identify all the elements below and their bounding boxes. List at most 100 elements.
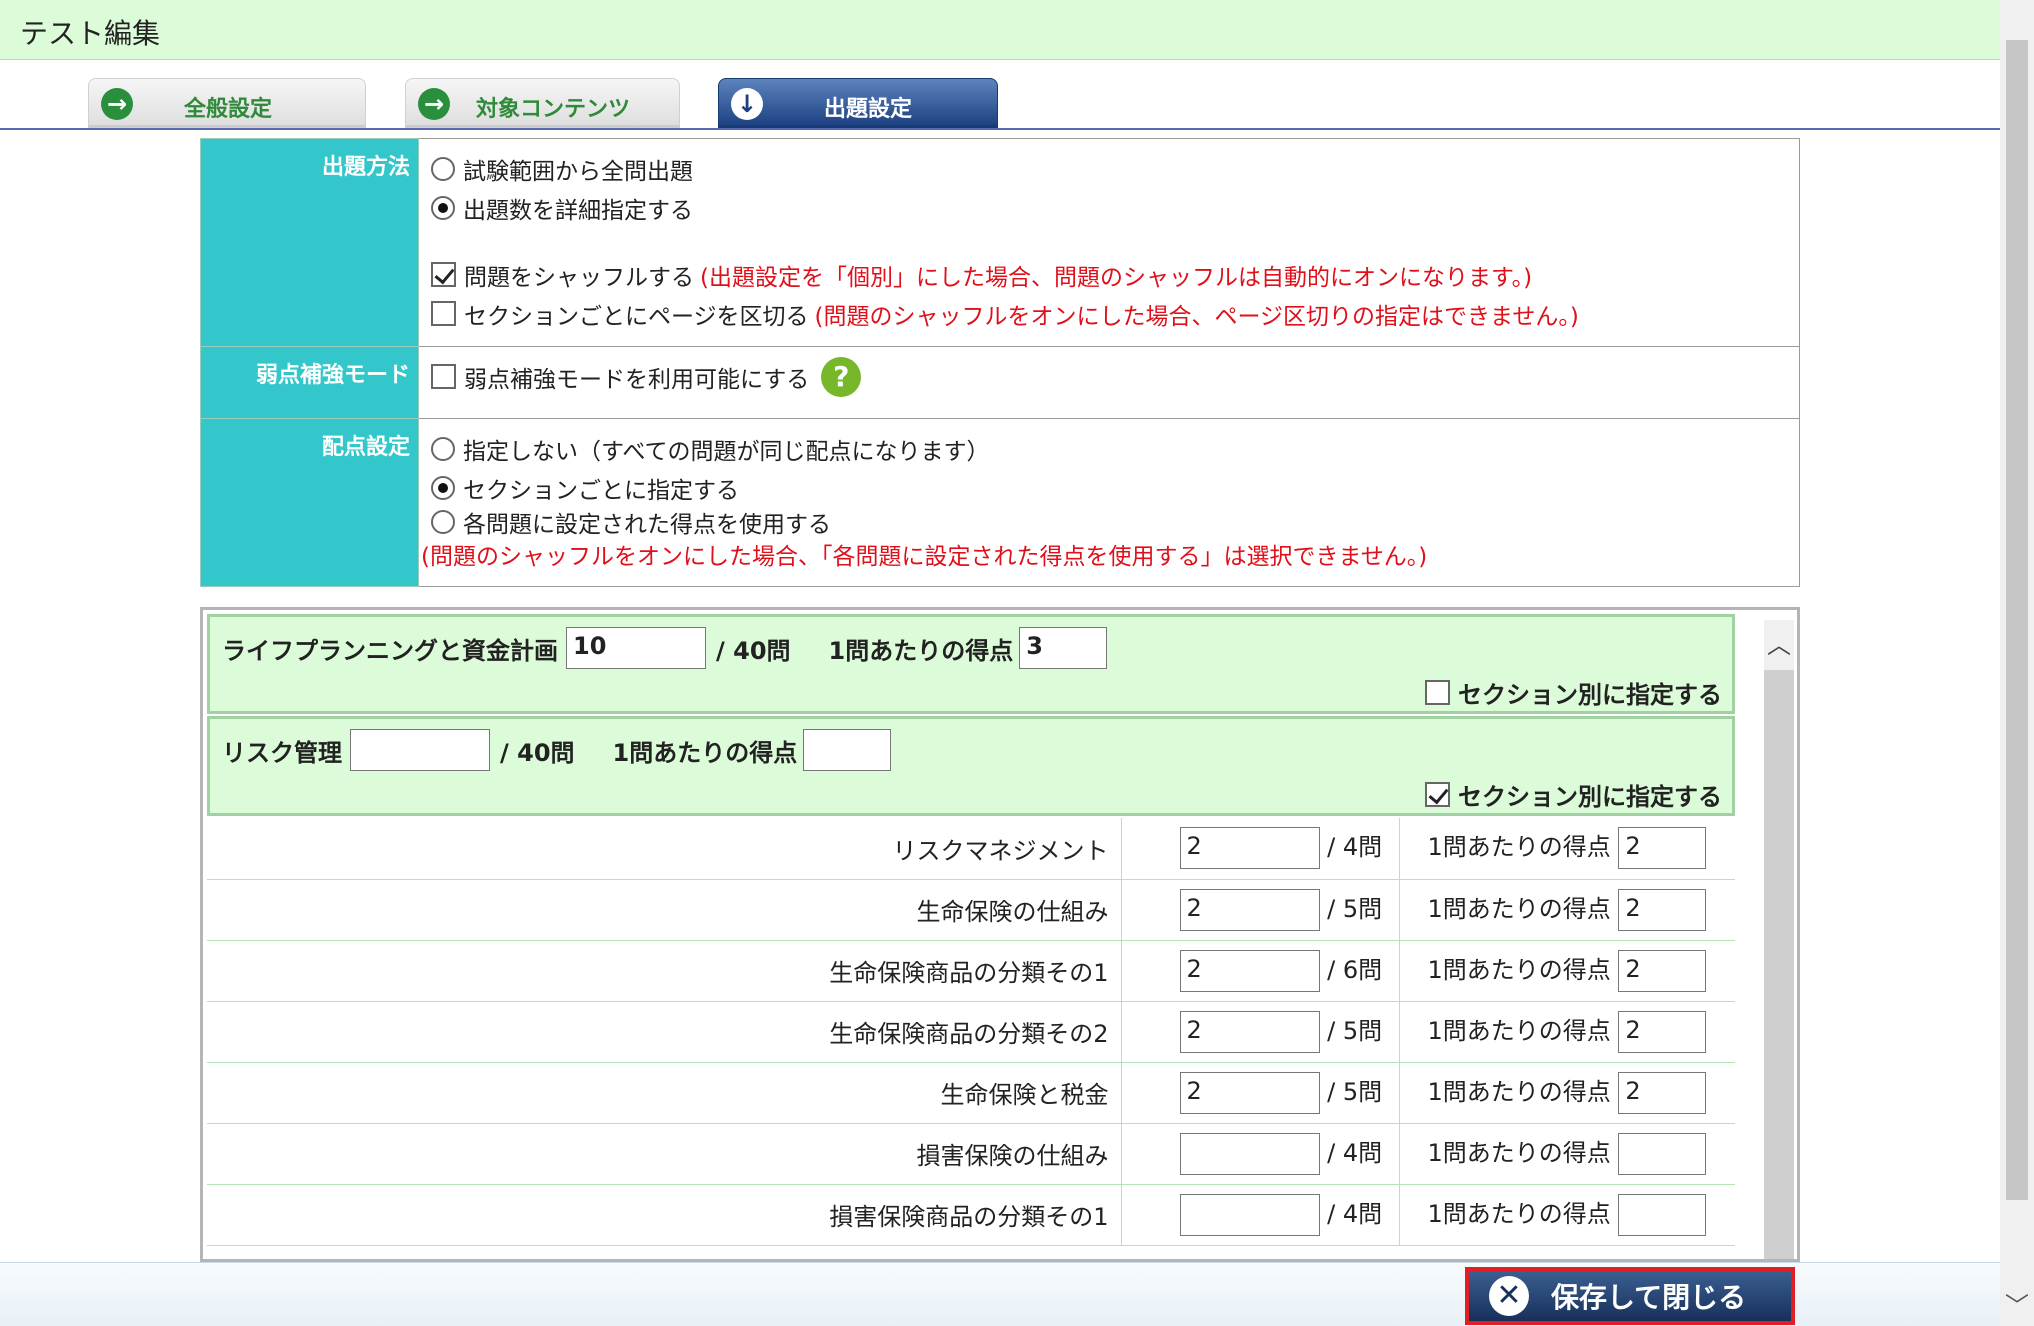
radio-score-each[interactable]: 各問題に設定された得点を使用する (431, 507, 1799, 538)
per-question-label: 1問あたりの得点 (1427, 1016, 1611, 1045)
table-row: 損害保険の仕組み / 4問 1問あたりの得点 (207, 1123, 1735, 1185)
score-input[interactable]: 2 (1618, 888, 1707, 931)
subsection-name: 生命保険の仕組み (207, 879, 1122, 941)
shuffle-note: (出題設定を「個別」にした場合、問題のシャッフルは自動的にオンになります。) (700, 264, 1533, 291)
checkbox-page-break[interactable]: セクションごとにページを区切る (問題のシャッフルをオンにした場合、ページ区切りの… (431, 294, 1799, 333)
count-cell: 2 / 5問 (1121, 1062, 1400, 1124)
checkbox-icon[interactable] (431, 364, 456, 389)
tab-general-settings[interactable]: → 全般設定 (88, 78, 366, 128)
count-input[interactable] (1179, 1193, 1320, 1236)
tab-label: 出題設定 (824, 97, 913, 122)
arrow-right-icon: → (418, 88, 450, 120)
score-cell: 指定しない（すべての問題が同じ配点になります） セクションごとに指定する 各問題… (418, 418, 1800, 587)
score-note: (問題のシャッフルをオンにした場合、「各問題に設定された得点を使用する」は選択で… (421, 544, 1428, 570)
count-cell: 2 / 4問 (1121, 818, 1400, 880)
count-input[interactable]: 2 (1179, 1010, 1320, 1053)
radio-icon[interactable] (431, 156, 455, 181)
score-input[interactable]: 2 (1618, 949, 1707, 992)
per-question-label: 1問あたりの得点 (1427, 1199, 1611, 1228)
checkbox-icon[interactable] (1425, 680, 1450, 705)
score-cell: 1問あたりの得点 2 (1399, 818, 1735, 880)
score-input[interactable] (1618, 1193, 1707, 1236)
count-cell: 2 / 5問 (1121, 1001, 1400, 1063)
option-label: 指定しない（すべての問題が同じ配点になります） (463, 438, 990, 465)
close-circle-icon: ✕ (1489, 1276, 1529, 1316)
score-input[interactable]: 2 (1618, 1071, 1707, 1114)
section-inputs: リスク管理 / 40問 1問あたりの得点 (222, 729, 892, 771)
option-label: 出題数を詳細指定する (463, 197, 693, 224)
radio-score-section[interactable]: セクションごとに指定する (431, 468, 1799, 507)
arrow-right-icon: → (101, 88, 133, 120)
radio-selected-icon[interactable] (431, 195, 455, 220)
scrollbar-thumb[interactable] (2006, 40, 2028, 1200)
score-input[interactable]: 2 (1618, 827, 1707, 870)
subsection-name: 生命保険商品の分類その2 (207, 1001, 1122, 1063)
subsection-name: リスクマネジメント (207, 818, 1122, 880)
count-input[interactable] (1179, 1132, 1320, 1175)
radio-selected-icon[interactable] (431, 475, 455, 500)
option-label: セクションごとに指定する (463, 477, 739, 504)
chevron-up-icon[interactable]: ︿ (1764, 620, 1794, 670)
table-row: 生命保険と税金 2 / 5問 1問あたりの得点 2 (207, 1062, 1735, 1124)
checkbox-shuffle[interactable]: 問題をシャッフルする (出題設定を「個別」にした場合、問題のシャッフルは自動的にオ… (431, 255, 1799, 294)
per-question-label: 1問あたりの得点 (828, 636, 1014, 665)
score-cell: 1問あたりの得点 (1399, 1184, 1735, 1246)
section-total: / 40問 (716, 636, 791, 665)
settings-table: 出題方法 試験範囲から全問出題 出題数を詳細指定する 問題をシャッフルする (出題… (200, 138, 1800, 587)
weak-mode-cell: 弱点補強モードを利用可能にする? (418, 346, 1800, 419)
count-input[interactable]: 2 (1179, 888, 1320, 931)
total-label: / 4問 (1327, 833, 1383, 862)
radio-icon[interactable] (431, 436, 455, 461)
per-question-label: 1問あたりの得点 (1427, 1138, 1611, 1167)
radio-score-none[interactable]: 指定しない（すべての問題が同じ配点になります） (431, 429, 1799, 468)
radio-all-questions[interactable]: 試験範囲から全問出題 (431, 149, 1799, 188)
option-label: 弱点補強モードを利用可能にする (464, 366, 810, 393)
checkbox-checked-icon[interactable] (1425, 782, 1450, 807)
section-row: リスク管理 / 40問 1問あたりの得点 セクション別に指定する (207, 716, 1735, 816)
per-question-label: 1問あたりの得点 (1427, 894, 1611, 923)
per-question-label: 1問あたりの得点 (1427, 833, 1611, 862)
option-label: 試験範囲から全問出題 (463, 158, 693, 185)
checkbox-icon[interactable] (431, 301, 456, 326)
checkbox-section-specific[interactable]: セクション別に指定する (1425, 675, 1722, 710)
checkbox-weak-mode[interactable]: 弱点補強モードを利用可能にする? (431, 356, 1799, 397)
save-and-close-button[interactable]: ✕ 保存して閉じる (1465, 1267, 1795, 1325)
sections-panel: ライフプランニングと資金計画 10 / 40問 1問あたりの得点 3 セクション… (200, 607, 1800, 1262)
score-input[interactable]: 2 (1618, 1010, 1707, 1053)
save-label: 保存して閉じる (1551, 1281, 1747, 1314)
tab-target-contents[interactable]: → 対象コンテンツ (405, 78, 680, 128)
radio-detail-count[interactable]: 出題数を詳細指定する (431, 188, 1799, 227)
count-input[interactable]: 2 (1179, 1071, 1320, 1114)
score-cell: 1問あたりの得点 (1399, 1123, 1735, 1185)
window-title: テスト編集 (20, 17, 161, 50)
help-icon[interactable]: ? (821, 356, 862, 397)
per-question-label: 1問あたりの得点 (1427, 1077, 1611, 1106)
tab-label: 対象コンテンツ (476, 97, 631, 122)
section-count-input[interactable] (350, 729, 490, 771)
section-score-input[interactable]: 3 (1019, 627, 1108, 669)
radio-icon[interactable] (431, 510, 455, 534)
section-score-input[interactable] (803, 729, 892, 771)
count-input[interactable]: 2 (1179, 827, 1320, 870)
total-label: / 4問 (1327, 1138, 1383, 1167)
tab-label: 全般設定 (184, 97, 273, 122)
sections-scrollbar[interactable]: ︿ (1764, 620, 1794, 1259)
total-label: / 5問 (1327, 1016, 1383, 1045)
option-label: セクション別に指定する (1458, 783, 1722, 811)
checkbox-section-specific[interactable]: セクション別に指定する (1425, 777, 1722, 812)
title-bar: テスト編集 (0, 0, 2000, 60)
section-count-input[interactable]: 10 (566, 627, 706, 669)
tab-bar: → 全般設定 → 対象コンテンツ ↓ 出題設定 (0, 60, 2000, 130)
score-cell: 1問あたりの得点 2 (1399, 879, 1735, 941)
section-name: リスク管理 (222, 738, 342, 767)
checkbox-checked-icon[interactable] (431, 262, 456, 287)
page-scrollbar[interactable]: ﹀ (2000, 0, 2034, 1326)
tab-question-settings[interactable]: ↓ 出題設定 (718, 78, 998, 128)
score-cell: 1問あたりの得点 2 (1399, 1001, 1735, 1063)
chevron-down-icon[interactable]: ﹀ (2000, 1286, 2034, 1326)
score-input[interactable] (1618, 1132, 1707, 1175)
count-input[interactable]: 2 (1179, 949, 1320, 992)
section-name: ライフプランニングと資金計画 (222, 636, 558, 665)
table-row: 損害保険商品の分類その1 / 4問 1問あたりの得点 (207, 1184, 1735, 1246)
per-question-label: 1問あたりの得点 (612, 738, 798, 767)
